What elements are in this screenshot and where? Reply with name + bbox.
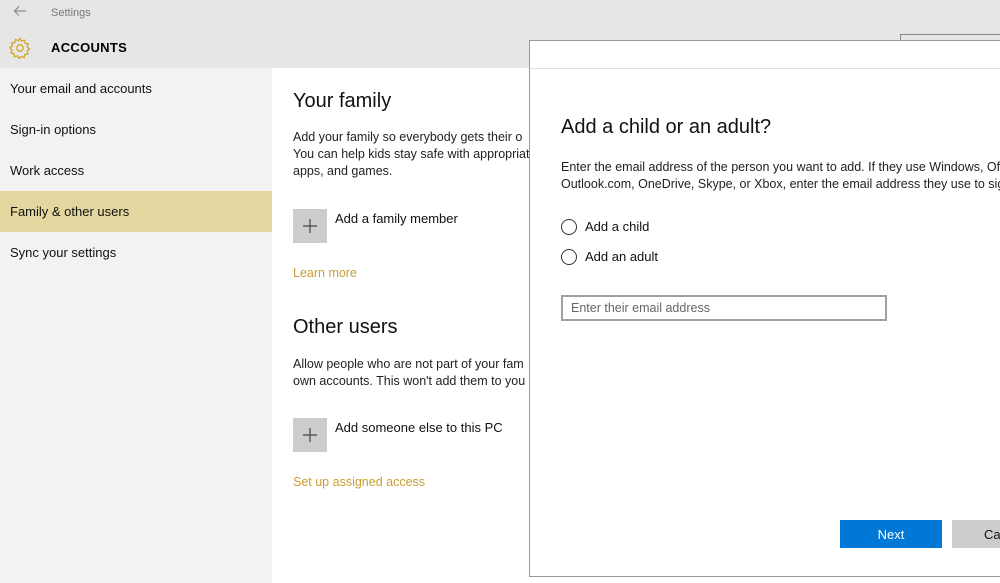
email-field[interactable]: [561, 295, 887, 321]
other-users-description-line2: own accounts. This won't add them to you: [293, 374, 526, 388]
radio-label-add-adult[interactable]: Add an adult: [585, 249, 658, 264]
dialog-description: Enter the email address of the person yo…: [561, 159, 1000, 193]
family-description-line3: apps, and games.: [293, 164, 393, 178]
page-title: ACCOUNTS: [51, 40, 128, 55]
plus-icon: [303, 428, 317, 442]
cancel-button[interactable]: Ca: [952, 520, 1000, 548]
next-button[interactable]: Next: [840, 520, 942, 548]
other-users-description-line1: Allow people who are not part of your fa…: [293, 357, 524, 371]
add-family-member-button[interactable]: [293, 209, 327, 243]
family-description-line2: You can help kids stay safe with appropr…: [293, 147, 530, 161]
radio-label-add-child[interactable]: Add a child: [585, 219, 649, 234]
add-family-member-label[interactable]: Add a family member: [335, 211, 458, 226]
gear-icon: [8, 37, 31, 60]
back-arrow-icon[interactable]: [10, 4, 30, 24]
assigned-access-link[interactable]: Set up assigned access: [293, 475, 425, 489]
add-user-dialog: Add a child or an adult? Enter the email…: [529, 40, 1000, 577]
plus-icon: [303, 219, 317, 233]
app-title: Settings: [51, 7, 91, 19]
sidebar-item-email-accounts[interactable]: Your email and accounts: [0, 68, 272, 109]
dialog-header: [530, 41, 1000, 69]
add-someone-else-button[interactable]: [293, 418, 327, 452]
dialog-title: Add a child or an adult?: [561, 116, 772, 138]
learn-more-link[interactable]: Learn more: [293, 266, 357, 280]
dialog-description-line2: Outlook.com, OneDrive, Skype, or Xbox, e…: [561, 177, 1000, 191]
sidebar-item-sign-in-options[interactable]: Sign-in options: [0, 109, 272, 150]
add-someone-else-label[interactable]: Add someone else to this PC: [335, 420, 503, 435]
radio-button[interactable]: [561, 249, 577, 265]
dialog-description-line1: Enter the email address of the person yo…: [561, 160, 1000, 174]
sidebar: Your email and accounts Sign-in options …: [0, 68, 272, 583]
sidebar-item-work-access[interactable]: Work access: [0, 150, 272, 191]
sidebar-item-sync-settings[interactable]: Sync your settings: [0, 232, 272, 273]
sidebar-item-family-other-users[interactable]: Family & other users: [0, 191, 272, 232]
family-description-line1: Add your family so everybody gets their …: [293, 130, 523, 144]
other-users-heading: Other users: [293, 316, 398, 338]
family-heading: Your family: [293, 90, 392, 112]
radio-button[interactable]: [561, 219, 577, 235]
